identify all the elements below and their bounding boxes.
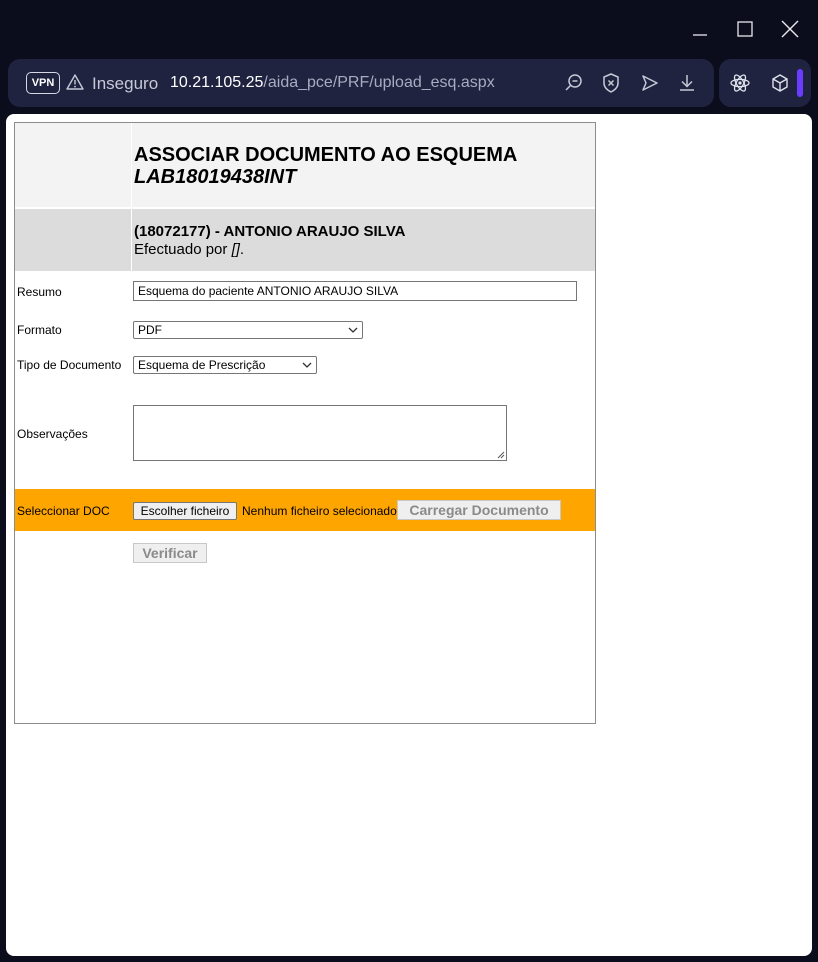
- minimize-icon: [693, 34, 707, 36]
- performed-by: Efectuado por [].: [134, 241, 244, 258]
- performed-by-prefix: Efectuado por: [134, 241, 232, 258]
- extensions-bar: [719, 59, 811, 107]
- react-icon[interactable]: [729, 72, 751, 94]
- formato-select[interactable]: PDF: [133, 321, 363, 339]
- select-doc-row: Seleccionar DOC Escolher ficheiro Nenhum…: [15, 489, 595, 531]
- vpn-badge[interactable]: VPN: [26, 72, 60, 94]
- verify-button[interactable]: Verificar: [133, 543, 207, 563]
- chevron-down-icon: [348, 327, 358, 333]
- page-viewport: ASSOCIAR DOCUMENTO AO ESQUEMA LAB1801943…: [6, 114, 812, 956]
- url-host: 10.21.105.25: [170, 74, 264, 91]
- resumo-label: Resumo: [17, 285, 62, 299]
- no-file-selected-text: Nenhum ficheiro selecionado: [242, 504, 397, 518]
- performed-by-suffix: .: [239, 241, 245, 258]
- title-header: ASSOCIAR DOCUMENTO AO ESQUEMA LAB1801943…: [15, 123, 595, 207]
- extension-accent-bar[interactable]: [797, 69, 803, 97]
- zoom-out-icon[interactable]: [563, 72, 585, 94]
- window-titlebar: [0, 0, 818, 56]
- formato-selected-value: PDF: [138, 323, 162, 337]
- warning-icon[interactable]: [66, 73, 84, 96]
- address-bar[interactable]: VPN Inseguro 10.21.105.25/aida_pce/PRF/u…: [8, 59, 714, 107]
- close-button[interactable]: [775, 14, 805, 44]
- page-title: ASSOCIAR DOCUMENTO AO ESQUEMA: [134, 144, 518, 166]
- upload-form: ASSOCIAR DOCUMENTO AO ESQUEMA LAB1801943…: [14, 122, 596, 724]
- send-icon[interactable]: [639, 72, 661, 94]
- maximize-icon: [737, 21, 753, 37]
- minimize-button[interactable]: [685, 14, 715, 44]
- url-text[interactable]: 10.21.105.25/aida_pce/PRF/upload_esq.asp…: [170, 74, 495, 92]
- close-icon: [781, 20, 799, 38]
- choose-file-button[interactable]: Escolher ficheiro: [133, 502, 237, 520]
- resize-grip-icon[interactable]: [497, 451, 505, 459]
- upload-document-button[interactable]: Carregar Documento: [397, 500, 561, 520]
- security-status[interactable]: Inseguro: [92, 74, 158, 94]
- observacoes-textarea[interactable]: [133, 405, 507, 461]
- patient-header: (18072177) - ANTONIO ARAUJO SILVA Efectu…: [15, 209, 595, 271]
- maximize-button[interactable]: [730, 14, 760, 44]
- chevron-down-icon: [302, 362, 312, 368]
- shield-block-icon[interactable]: [600, 72, 622, 94]
- download-icon[interactable]: [676, 72, 698, 94]
- patient-side-cell: [15, 209, 132, 271]
- scheme-code: LAB18019438INT: [134, 166, 297, 188]
- performed-by-value: []: [231, 241, 240, 258]
- observacoes-label: Observações: [17, 427, 88, 441]
- tipo-documento-label: Tipo de Documento: [17, 358, 122, 372]
- patient-name: (18072177) - ANTONIO ARAUJO SILVA: [134, 223, 406, 240]
- seleccionar-doc-label: Seleccionar DOC: [17, 504, 110, 518]
- tipo-documento-select[interactable]: Esquema de Prescrição: [133, 356, 317, 374]
- url-path: /aida_pce/PRF/upload_esq.aspx: [263, 74, 495, 91]
- cube-icon[interactable]: [769, 72, 791, 94]
- resumo-input[interactable]: Esquema do paciente ANTONIO ARAUJO SILVA: [133, 281, 577, 301]
- formato-label: Formato: [17, 323, 62, 337]
- header-side-cell: [15, 123, 132, 207]
- tipo-documento-selected-value: Esquema de Prescrição: [138, 358, 266, 372]
